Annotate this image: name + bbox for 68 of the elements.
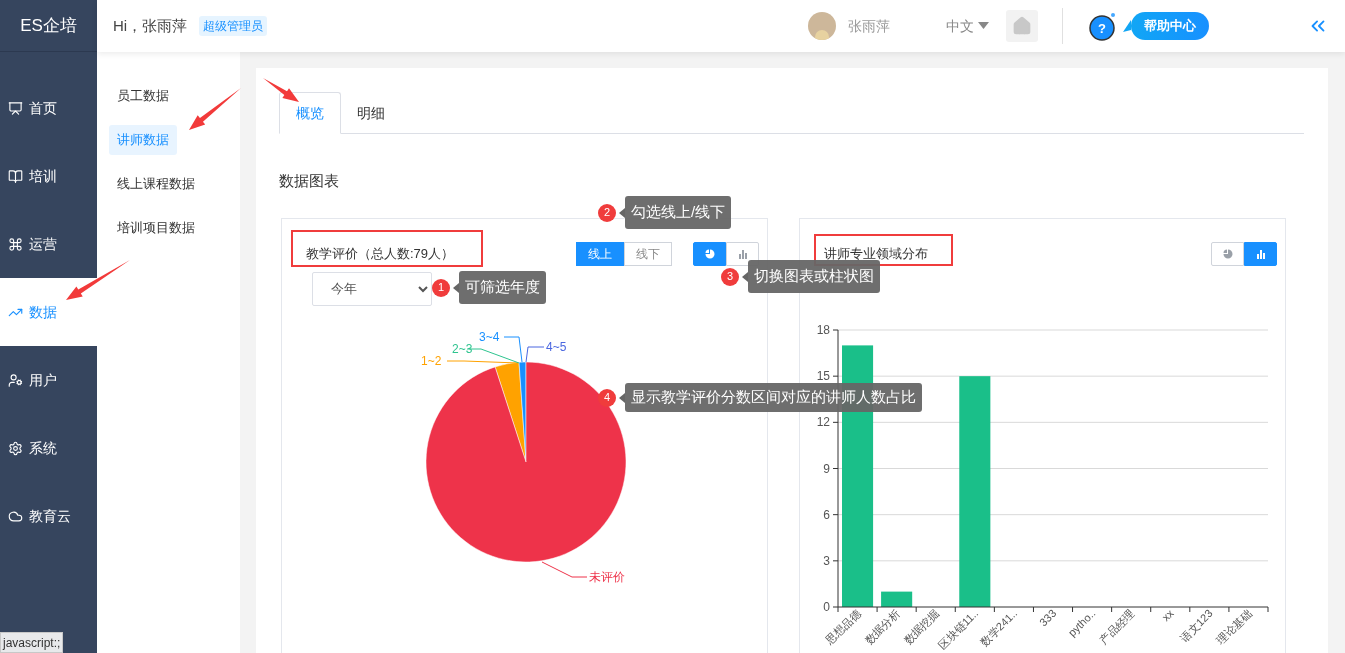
callout-tooltip: 切换图表或柱状图 [748, 260, 880, 293]
axis-category-label: 语文123 [1177, 606, 1215, 644]
section-title: 数据图表 [279, 171, 339, 191]
role-tag: 超级管理员 [199, 16, 268, 36]
pie-label: 未评价 [589, 569, 625, 584]
sub-nav-item[interactable]: 培训项目数据 [109, 213, 203, 243]
status-bar: javascript:; [0, 632, 64, 653]
panel-title: 教学评价（总人数:79人） [306, 244, 455, 263]
axis-category-label: 产品经理 [1097, 606, 1137, 647]
presentation-icon [8, 100, 23, 116]
mode-toggle[interactable]: 线下 [624, 241, 672, 266]
user-gear-icon [8, 372, 23, 388]
bar-chart-icon [1255, 248, 1266, 259]
annotation-arrow [263, 78, 299, 102]
sidebar-item[interactable]: 教育云 [0, 482, 97, 550]
axis-category-label: 数据分析 [862, 606, 903, 647]
leader-line [525, 346, 545, 362]
bar-view-button[interactable] [1244, 241, 1277, 266]
axis-category-label: xx [1159, 606, 1176, 623]
tooltip-pointer-icon [742, 271, 748, 282]
callout-tooltip: 显示教学评价分数区间对应的讲师人数占比 [625, 383, 922, 412]
user-name: 张雨萍 [848, 16, 890, 36]
annotation-arrow [66, 260, 130, 300]
book-icon [8, 168, 23, 184]
bar-chart-icon [737, 248, 748, 259]
command-icon [8, 236, 23, 252]
bar [881, 591, 913, 607]
axis-tick-label: 9 [823, 461, 830, 475]
speech-tail-icon [1123, 20, 1131, 32]
axis-tick-label: 18 [816, 322, 830, 337]
year-select[interactable]: 今年 [312, 271, 432, 306]
tooltip-pointer-icon [619, 392, 625, 403]
axis-tick-label: 6 [823, 507, 830, 522]
tab[interactable]: 明细 [341, 92, 401, 134]
axis-tick-label: 12 [816, 414, 830, 429]
caret-icon [978, 22, 989, 30]
axis-tick-label: 3 [823, 553, 830, 568]
panel-title: 讲师专业领域分布 [824, 244, 928, 263]
sidebar-item[interactable]: 系统 [0, 414, 97, 482]
sidebar-item[interactable]: 培训 [0, 142, 97, 210]
pie-label: 3~4 [479, 329, 500, 344]
axis-category-label: 理论基础 [1214, 606, 1254, 647]
avatar [808, 12, 836, 40]
axis-category-label: 333 [1036, 606, 1059, 628]
sidebar-item[interactable]: 运营 [0, 210, 97, 278]
tooltip-pointer-icon [619, 207, 625, 218]
sidebar-item[interactable]: 用户 [0, 346, 97, 414]
sidebar-item[interactable]: 首页 [0, 74, 97, 142]
pie-label: 1~2 [421, 353, 442, 368]
pie-chart-icon [704, 248, 715, 259]
pie-chart-icon [1222, 248, 1233, 259]
axis-tick-label: 15 [816, 368, 830, 383]
greeting: Hi，张雨萍 [113, 15, 188, 36]
tooltip-pointer-icon [453, 282, 459, 293]
gear-icon [8, 440, 23, 456]
axis-category-label: 数学241.. [978, 606, 1020, 648]
cloud-icon [8, 508, 23, 524]
pie-label: 2~3 [452, 341, 473, 356]
pie-label: 4~5 [546, 339, 567, 354]
home-icon [1012, 16, 1032, 36]
callout-tooltip: 可筛选年度 [459, 271, 546, 304]
sub-nav-item[interactable]: 线上课程数据 [109, 169, 203, 199]
axis-tick-label: 0 [823, 599, 830, 614]
leader-line [541, 561, 588, 577]
sub-nav-item[interactable]: 员工数据 [109, 81, 177, 111]
language-selector[interactable]: 中文 [946, 15, 989, 37]
pie-view-button[interactable] [693, 241, 726, 266]
callout-tooltip: 勾选线上/线下 [625, 196, 732, 229]
